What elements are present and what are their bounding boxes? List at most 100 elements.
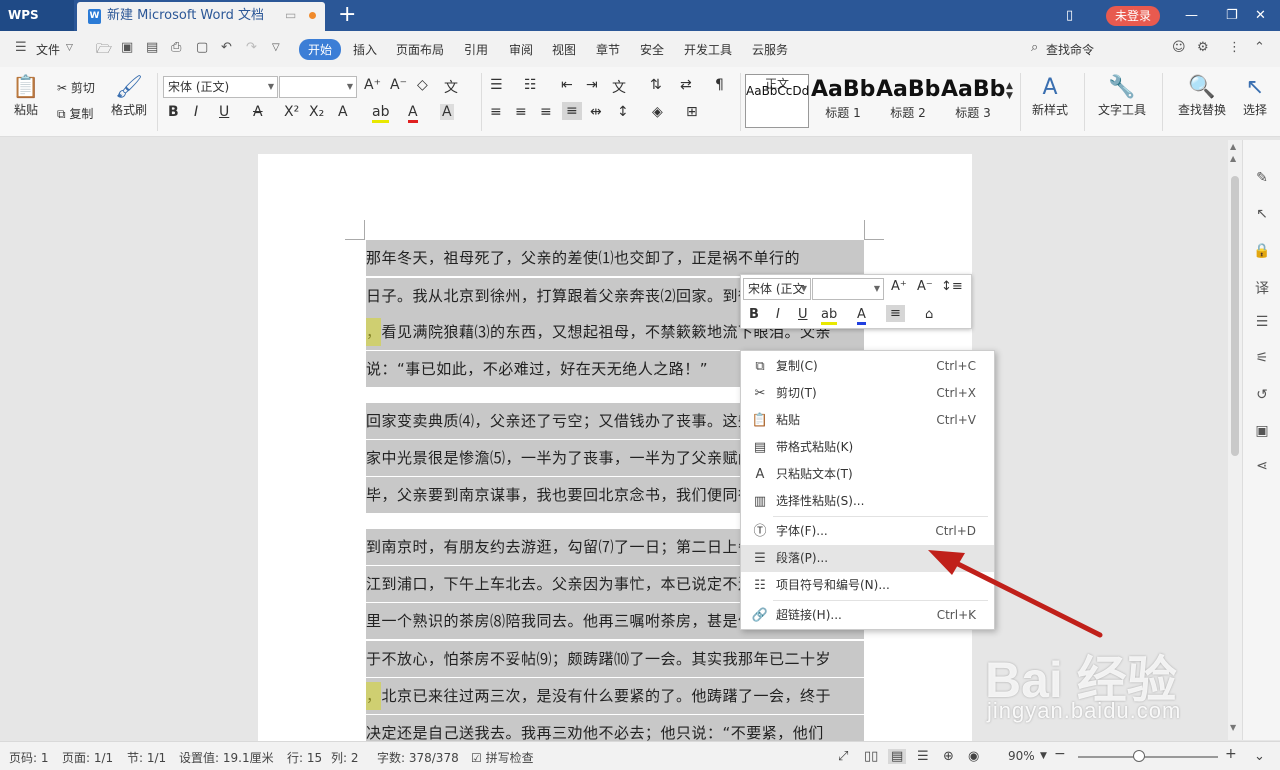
hamburger-icon[interactable]: ☰ bbox=[15, 40, 27, 55]
zoom-in-icon[interactable]: + bbox=[1225, 746, 1237, 762]
tab-references[interactable]: 引用 bbox=[464, 41, 488, 58]
font-color-icon[interactable]: A bbox=[857, 307, 866, 325]
clear-format-icon[interactable]: ◇ bbox=[417, 77, 428, 93]
menu-item-cut[interactable]: ✂ 剪切(T) Ctrl+X bbox=[741, 380, 994, 407]
menu-item-hyperlink[interactable]: 🔗 超链接(H)... Ctrl+K bbox=[741, 602, 994, 629]
bold-icon[interactable]: B bbox=[168, 104, 179, 120]
style-heading-2[interactable]: AaBb( 标题 2 bbox=[876, 74, 940, 128]
tab-cloud[interactable]: 云服务 bbox=[752, 41, 788, 58]
web-view-icon[interactable]: ⊕ bbox=[943, 749, 954, 764]
justify-icon[interactable]: ≡ bbox=[562, 102, 582, 120]
status-section[interactable]: 节: 1/1 bbox=[127, 749, 166, 766]
redo-icon[interactable]: ↷ bbox=[246, 40, 257, 55]
login-button[interactable]: 未登录 bbox=[1106, 6, 1160, 26]
strikethrough-icon[interactable]: A bbox=[253, 104, 263, 120]
tab-home[interactable]: 开始 bbox=[299, 39, 342, 60]
zoom-out-icon[interactable]: − bbox=[1054, 746, 1066, 762]
sort-icon[interactable]: ⇅ bbox=[650, 77, 662, 93]
tab-chapter[interactable]: 章节 bbox=[596, 41, 620, 58]
tab-view[interactable]: 视图 bbox=[552, 41, 576, 58]
font-size-select[interactable]: ▼ bbox=[279, 76, 357, 98]
mini-size-select[interactable]: ▼ bbox=[812, 278, 884, 300]
history-icon[interactable]: ↺ bbox=[1252, 387, 1272, 407]
export-pdf-icon[interactable]: ▤ bbox=[146, 40, 158, 55]
window-mode-icon[interactable]: ▯ bbox=[1066, 0, 1073, 31]
superscript-icon[interactable]: X² bbox=[284, 104, 299, 120]
line-spacing-icon[interactable]: ↕ bbox=[617, 104, 629, 120]
text-line[interactable]: 于不放心，怕茶房不妥帖⑼；颇踌躇⑽了一会。其实我那年已二十岁 bbox=[366, 641, 864, 677]
tab-page-layout[interactable]: 页面布局 bbox=[396, 41, 444, 58]
border-icon[interactable]: ⊞ bbox=[686, 104, 698, 120]
share-icon[interactable]: ⋖ bbox=[1252, 458, 1272, 478]
underline-icon[interactable]: U bbox=[798, 307, 808, 322]
grow-font-icon[interactable]: A⁺ bbox=[364, 77, 381, 93]
format-painter-button[interactable]: 🖌 格式刷 bbox=[108, 67, 150, 118]
char-shading-icon[interactable]: A bbox=[440, 104, 454, 120]
text-effect-icon[interactable]: A bbox=[338, 104, 348, 120]
distribute-icon[interactable]: ⇹ bbox=[590, 104, 602, 120]
undo-icon[interactable]: ↶ bbox=[221, 40, 232, 55]
menu-item-paste[interactable]: 📋 粘贴 Ctrl+V bbox=[741, 407, 994, 434]
scroll-up-icon[interactable]: ▲ bbox=[1230, 142, 1236, 151]
backup-icon[interactable]: ▣ bbox=[1252, 423, 1272, 443]
status-page-count[interactable]: 页面: 1/1 bbox=[62, 749, 113, 766]
open-folder-icon[interactable]: 🗁 bbox=[96, 40, 112, 62]
menu-item-paste-text[interactable]: A 只粘贴文本(T) bbox=[741, 461, 994, 488]
translate-icon[interactable]: 译 bbox=[1252, 278, 1272, 298]
menu-item-paste-special[interactable]: ▥ 选择性粘贴(S)... bbox=[741, 488, 994, 515]
numbered-list-icon[interactable]: ☷ bbox=[524, 77, 537, 93]
status-col[interactable]: 列: 2 bbox=[331, 749, 359, 766]
document-tab[interactable]: W 新建 Microsoft Word 文档 ▭ bbox=[77, 2, 325, 31]
new-style-button[interactable]: A 新样式 bbox=[1026, 67, 1074, 118]
eye-protect-icon[interactable]: ◉ bbox=[968, 749, 979, 764]
format-painter-icon[interactable]: ⌂ bbox=[925, 307, 933, 322]
status-word-count[interactable]: 字数: 378/378 bbox=[377, 749, 459, 766]
grow-font-icon[interactable]: A⁺ bbox=[891, 279, 907, 294]
text-line[interactable]: ，北京已来往过两三次，是没有什么要紧的了。他踌躇了一会，终于 bbox=[366, 678, 864, 714]
fill-icon[interactable]: ◈ bbox=[652, 104, 663, 120]
zoom-level[interactable]: 90% bbox=[1008, 749, 1035, 763]
italic-icon[interactable]: I bbox=[194, 104, 198, 120]
phonetic-icon[interactable]: 文 bbox=[444, 77, 458, 97]
justify-icon[interactable]: ≡ bbox=[886, 305, 905, 322]
outline-view-icon[interactable]: ☰ bbox=[917, 749, 929, 764]
pen-icon[interactable]: ✎ bbox=[1252, 170, 1272, 190]
outline-icon[interactable]: ☰ bbox=[1252, 314, 1272, 334]
close-icon[interactable]: ✕ bbox=[1255, 0, 1266, 31]
more-icon[interactable]: ⋮ bbox=[1228, 40, 1241, 55]
style-heading-3[interactable]: AaBbC 标题 3 bbox=[941, 74, 1005, 128]
menu-item-font[interactable]: Ⓣ 字体(F)... Ctrl+D bbox=[741, 518, 994, 545]
align-left-icon[interactable]: ≡ bbox=[490, 104, 502, 120]
style-heading-1[interactable]: AaBb 标题 1 bbox=[811, 74, 875, 128]
status-position[interactable]: 设置值: 19.1厘米 bbox=[179, 749, 274, 766]
chevron-down-icon[interactable]: ▽ bbox=[66, 43, 73, 53]
italic-icon[interactable]: I bbox=[776, 307, 780, 322]
cursor-icon[interactable]: ↖ bbox=[1252, 206, 1272, 226]
reading-view-icon[interactable]: ▯▯ bbox=[864, 749, 878, 764]
lock-icon[interactable]: 🔒 bbox=[1252, 243, 1272, 263]
tab-developer[interactable]: 开发工具 bbox=[684, 41, 732, 58]
chat-icon[interactable]: ☺ bbox=[1172, 40, 1186, 55]
search-icon[interactable]: ⌕ bbox=[1031, 40, 1038, 55]
decrease-indent-icon[interactable]: ⇤ bbox=[561, 77, 573, 93]
mini-font-select[interactable]: 宋体 (正文 ▼ bbox=[743, 278, 811, 300]
tab-security[interactable]: 安全 bbox=[640, 41, 664, 58]
settings-sliders-icon[interactable]: ⚟ bbox=[1252, 350, 1272, 370]
menu-item-paste-format[interactable]: ▤ 带格式粘贴(K) bbox=[741, 434, 994, 461]
scroll-up-icon[interactable]: ▲ bbox=[1230, 154, 1236, 163]
fullscreen-icon[interactable]: ⤢ bbox=[838, 749, 848, 764]
style-normal[interactable]: AaBbCcDd 正文 bbox=[745, 74, 809, 128]
new-tab-button[interactable]: + bbox=[338, 0, 356, 29]
restore-icon[interactable]: ❐ bbox=[1226, 0, 1238, 31]
tab-review[interactable]: 审阅 bbox=[509, 41, 533, 58]
save-icon[interactable]: ▣ bbox=[121, 40, 133, 55]
zoom-dropdown-icon[interactable]: ▼ bbox=[1040, 751, 1047, 761]
shrink-font-icon[interactable]: A⁻ bbox=[390, 77, 407, 93]
bullet-list-icon[interactable]: ☰ bbox=[490, 77, 503, 93]
menu-item-paragraph[interactable]: ☰ 段落(P)... bbox=[741, 545, 994, 572]
pilcrow-icon[interactable]: ¶ bbox=[715, 77, 724, 93]
status-page-num[interactable]: 页码: 1 bbox=[9, 749, 49, 766]
zoom-slider-thumb[interactable] bbox=[1133, 750, 1145, 762]
font-name-select[interactable]: 宋体 (正文) ▼ bbox=[163, 76, 278, 98]
subscript-icon[interactable]: X₂ bbox=[309, 104, 324, 120]
